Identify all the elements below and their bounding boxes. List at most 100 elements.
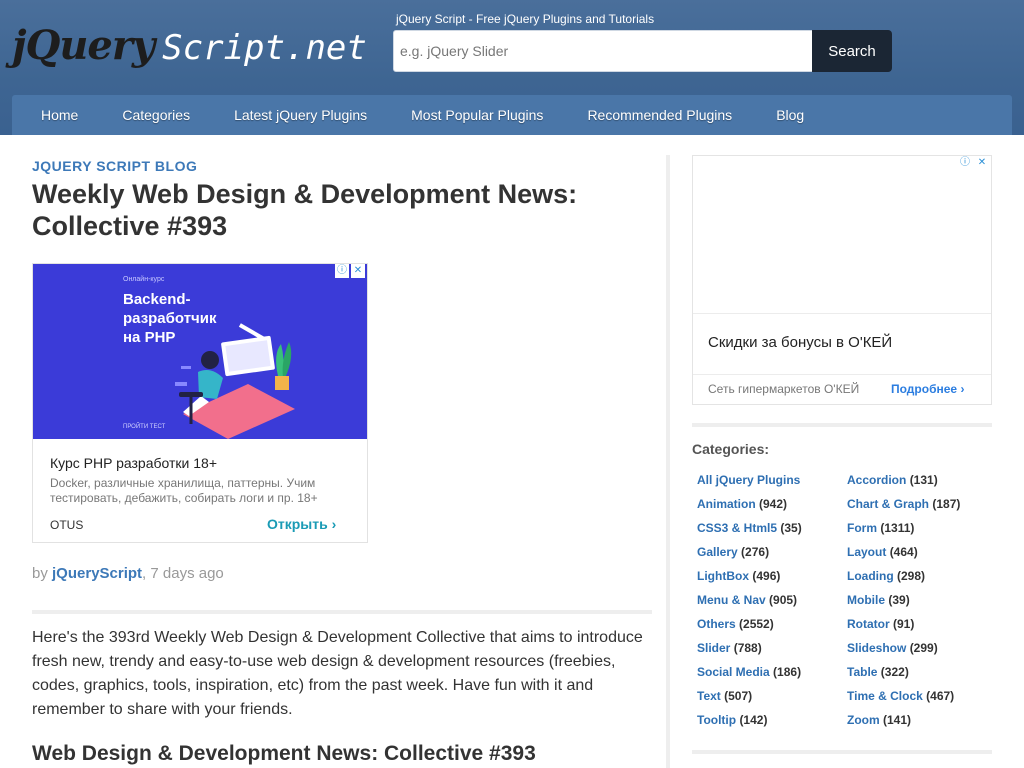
nav-item-home[interactable]: Home bbox=[12, 107, 100, 123]
category-count: (1311) bbox=[880, 521, 915, 535]
category-link[interactable]: Form bbox=[847, 521, 877, 535]
ad-info-icon[interactable]: ⓘ bbox=[335, 264, 349, 278]
category-count: (322) bbox=[880, 665, 909, 679]
site-logo[interactable]: jQuery Script.net bbox=[12, 22, 367, 78]
ad-title[interactable]: Курс PHP разработки 18+ bbox=[50, 455, 217, 471]
ad-choice-icons: ⓘ ✕ bbox=[958, 156, 989, 170]
sidebar-divider bbox=[692, 750, 992, 754]
site-tagline: jQuery Script - Free jQuery Plugins and … bbox=[396, 12, 655, 26]
category-count: (496) bbox=[752, 569, 781, 583]
category-count: (131) bbox=[909, 473, 938, 487]
main-nav: Home Categories Latest jQuery Plugins Mo… bbox=[12, 95, 1012, 135]
ad-divider bbox=[693, 313, 991, 314]
nav-item-popular-plugins[interactable]: Most Popular Plugins bbox=[389, 107, 565, 123]
category-link[interactable]: Others bbox=[697, 617, 736, 631]
search-input[interactable] bbox=[393, 30, 813, 72]
category-count: (35) bbox=[780, 521, 802, 535]
post-date: , 7 days ago bbox=[142, 565, 224, 582]
category-item: Loading (298) bbox=[847, 568, 997, 584]
category-count: (298) bbox=[897, 569, 926, 583]
category-item: Form (1311) bbox=[847, 520, 997, 536]
category-link[interactable]: Animation bbox=[697, 497, 756, 511]
nav-item-categories[interactable]: Categories bbox=[100, 107, 212, 123]
category-item: Slider (788) bbox=[697, 640, 847, 656]
nav-item-recommended-plugins[interactable]: Recommended Plugins bbox=[565, 107, 754, 123]
section-label[interactable]: JQUERY SCRIPT BLOG bbox=[32, 158, 197, 174]
category-count: (2552) bbox=[739, 617, 774, 631]
ad-php-course[interactable]: Онлайн-курс Backend- разработчик на PHP … bbox=[32, 263, 368, 543]
sidebar-ad-more-label: Подробнее bbox=[891, 382, 958, 396]
category-count: (942) bbox=[759, 497, 788, 511]
category-count: (299) bbox=[909, 641, 938, 655]
category-link[interactable]: Menu & Nav bbox=[697, 593, 766, 607]
category-count: (276) bbox=[741, 545, 770, 559]
ad-banner-small-text: Онлайн-курс bbox=[123, 276, 165, 283]
sidebar-ad-title[interactable]: Скидки за бонусы в О'КЕЙ bbox=[708, 334, 892, 351]
nav-item-blog[interactable]: Blog bbox=[754, 107, 826, 123]
sidebar-ad-more-button[interactable]: Подробнее › bbox=[891, 382, 964, 396]
search-button[interactable]: Search bbox=[812, 30, 892, 72]
byline-prefix: by bbox=[32, 565, 48, 582]
post-title: Weekly Web Design & Development News: Co… bbox=[32, 179, 578, 241]
categories-list: All jQuery Plugins Accordion (131) Anima… bbox=[697, 472, 997, 728]
category-count: (507) bbox=[724, 689, 753, 703]
post-byline: by jQueryScript, 7 days ago bbox=[32, 565, 224, 582]
chevron-right-icon: › bbox=[960, 382, 965, 396]
ad-banner-cta: ПРОЙТИ ТЕСТ bbox=[123, 424, 166, 430]
category-item: Chart & Graph (187) bbox=[847, 496, 997, 512]
category-count: (91) bbox=[893, 617, 915, 631]
category-link[interactable]: LightBox bbox=[697, 569, 749, 583]
category-item: Animation (942) bbox=[697, 496, 847, 512]
ad-close-icon[interactable]: ✕ bbox=[351, 264, 365, 278]
category-link[interactable]: Table bbox=[847, 665, 877, 679]
category-link[interactable]: Accordion bbox=[847, 473, 906, 487]
category-link[interactable]: Social Media bbox=[697, 665, 770, 679]
category-link[interactable]: Slider bbox=[697, 641, 730, 655]
category-count: (467) bbox=[926, 689, 955, 703]
category-link[interactable]: Text bbox=[697, 689, 721, 703]
category-link[interactable]: Mobile bbox=[847, 593, 885, 607]
category-link[interactable]: Rotator bbox=[847, 617, 890, 631]
category-item: Social Media (186) bbox=[697, 664, 847, 680]
category-item: Zoom (141) bbox=[847, 712, 997, 728]
category-link[interactable]: Zoom bbox=[847, 713, 880, 727]
author-link[interactable]: jQueryScript bbox=[52, 565, 142, 582]
category-item: Table (322) bbox=[847, 664, 997, 680]
category-item: Text (507) bbox=[697, 688, 847, 704]
category-item: Gallery (276) bbox=[697, 544, 847, 560]
ad-open-button[interactable]: Открыть › bbox=[267, 516, 336, 532]
category-link[interactable]: Gallery bbox=[697, 545, 738, 559]
column-divider bbox=[666, 155, 670, 768]
ad-close-icon[interactable]: ✕ bbox=[975, 156, 989, 170]
category-count: (142) bbox=[739, 713, 768, 727]
category-count: (141) bbox=[883, 713, 912, 727]
category-count: (187) bbox=[932, 497, 961, 511]
category-item: Time & Clock (467) bbox=[847, 688, 997, 704]
ad-description: Docker, различные хранилища, паттерны. У… bbox=[50, 476, 318, 505]
ad-banner-headline: Backend- разработчик на PHP bbox=[123, 291, 217, 346]
category-link[interactable]: Loading bbox=[847, 569, 894, 583]
chevron-right-icon: › bbox=[331, 516, 337, 532]
category-link[interactable]: Tooltip bbox=[697, 713, 736, 727]
category-link[interactable]: Slideshow bbox=[847, 641, 906, 655]
category-link[interactable]: Time & Clock bbox=[847, 689, 923, 703]
post-subheading: Web Design & Development News: Collectiv… bbox=[32, 742, 536, 765]
category-item: Tooltip (142) bbox=[697, 712, 847, 728]
category-link[interactable]: Layout bbox=[847, 545, 886, 559]
category-item: Menu & Nav (905) bbox=[697, 592, 847, 608]
category-link[interactable]: Chart & Graph bbox=[847, 497, 929, 511]
category-count: (464) bbox=[889, 545, 918, 559]
category-item: CSS3 & Html5 (35) bbox=[697, 520, 847, 536]
sidebar-ad[interactable]: ⓘ ✕ Скидки за бонусы в О'КЕЙ Сеть гиперм… bbox=[692, 155, 992, 405]
category-count: (39) bbox=[888, 593, 910, 607]
category-item: Mobile (39) bbox=[847, 592, 997, 608]
ad-banner-image[interactable]: Онлайн-курс Backend- разработчик на PHP … bbox=[33, 264, 367, 439]
ad-open-label: Открыть bbox=[267, 516, 328, 532]
category-link[interactable]: CSS3 & Html5 bbox=[697, 521, 777, 535]
nav-item-latest-plugins[interactable]: Latest jQuery Plugins bbox=[212, 107, 389, 123]
ad-info-icon[interactable]: ⓘ bbox=[958, 156, 972, 170]
category-link[interactable]: All jQuery Plugins bbox=[697, 473, 800, 487]
category-count: (788) bbox=[733, 641, 762, 655]
logo-script-text: Script.net bbox=[162, 28, 367, 68]
category-count: (186) bbox=[773, 665, 802, 679]
